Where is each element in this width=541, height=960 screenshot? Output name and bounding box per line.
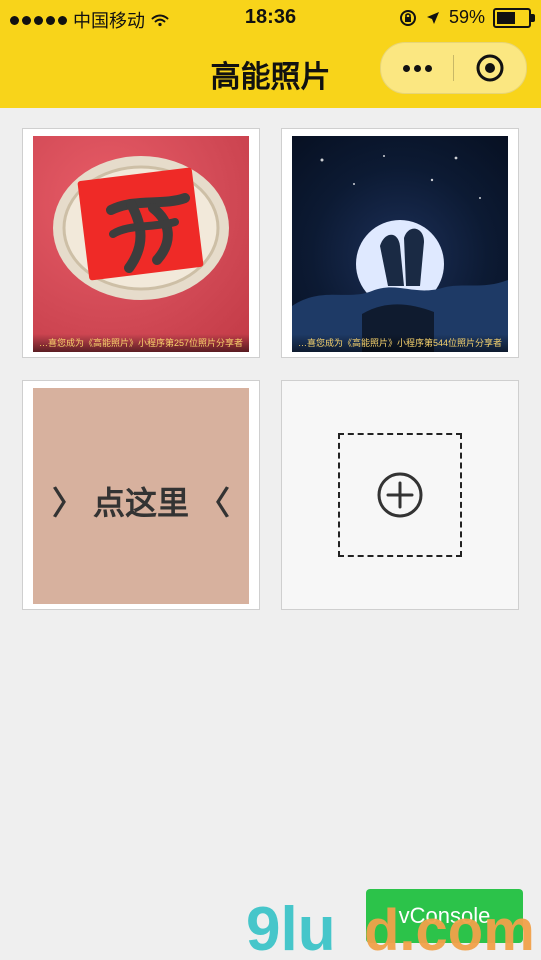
- battery-icon: [493, 7, 535, 28]
- mini-program-capsule: [380, 42, 527, 94]
- add-photo-tile[interactable]: [281, 380, 519, 610]
- vconsole-button[interactable]: vConsole: [366, 889, 523, 943]
- moon-couple-art: [292, 155, 508, 352]
- tap-here-label: 点这里: [92, 485, 189, 521]
- more-icon: [402, 64, 410, 72]
- add-photo-box[interactable]: [338, 433, 462, 557]
- right-angle-icon: 〈: [197, 485, 230, 521]
- battery-percent: 59%: [448, 7, 485, 27]
- tap-here-tile[interactable]: 〉 点这里 〈: [22, 380, 260, 610]
- moon-couple-photo: …喜您成为《高能照片》小程序第544位照片分享者: [292, 136, 508, 352]
- plus-icon: [377, 472, 423, 518]
- nav-bar: 高能照片: [0, 36, 541, 108]
- photo-tile-2[interactable]: …喜您成为《高能照片》小程序第544位照片分享者: [281, 128, 519, 358]
- left-angle-icon: 〉: [52, 485, 85, 521]
- battery-tip: [531, 13, 535, 22]
- photo-caption-1: …喜您成为《高能照片》小程序第257位照片分享者: [33, 334, 249, 352]
- photo-tile-1[interactable]: …喜您成为《高能照片》小程序第257位照片分享者: [22, 128, 260, 358]
- svg-text:9lu: 9lu: [246, 895, 336, 960]
- fu-photo-art: [53, 156, 229, 300]
- location-arrow-icon: [426, 11, 439, 24]
- close-icon: [476, 54, 504, 82]
- fu-photo: …喜您成为《高能照片》小程序第257位照片分享者: [33, 136, 249, 352]
- close-button[interactable]: [454, 43, 526, 93]
- photo-caption-2: …喜您成为《高能照片》小程序第544位照片分享者: [292, 334, 508, 352]
- lock-rotation-icon: [399, 9, 416, 26]
- status-bar: 中国移动 18:36 59%: [0, 0, 541, 36]
- battery-fill: [497, 11, 515, 24]
- status-right: 59%: [399, 7, 535, 28]
- tap-here-text: 〉 点这里 〈: [33, 478, 249, 524]
- more-button[interactable]: [381, 43, 453, 93]
- tap-here-card: 〉 点这里 〈: [33, 388, 249, 604]
